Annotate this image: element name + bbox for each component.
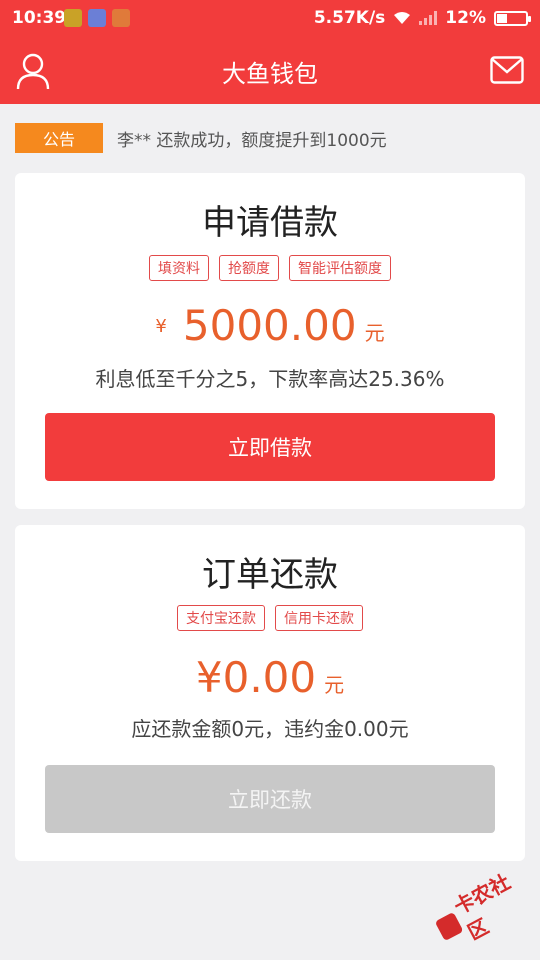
notification-app-icon-1 xyxy=(64,9,82,27)
status-time: 10:39 xyxy=(12,8,67,28)
notice-tag: 公告 xyxy=(15,123,103,153)
repay-now-button[interactable]: 立即还款 xyxy=(45,765,495,833)
notification-app-icon-2 xyxy=(88,9,106,27)
app-header: 大鱼钱包 xyxy=(0,36,540,104)
repay-tags: 支付宝还款 信用卡还款 xyxy=(15,605,525,631)
wifi-icon xyxy=(394,12,411,24)
repay-desc: 应还款金额0元，违约金0.00元 xyxy=(131,717,409,741)
loan-amount-row: ¥5000.00 元 xyxy=(15,301,525,350)
notice-bar[interactable]: 公告 李** 还款成功，额度提升到1000元 xyxy=(15,123,387,153)
network-speed: 5.57K/s xyxy=(313,8,386,28)
repay-amount: ¥0.00 xyxy=(195,653,317,702)
borrow-now-button[interactable]: 立即借款 xyxy=(45,413,495,481)
page-title: 大鱼钱包 xyxy=(222,60,318,88)
status-right: 5.57K/s 12% xyxy=(313,8,531,28)
repay-tag: 信用卡还款 xyxy=(275,605,363,631)
community-watermark: 卡农社区 xyxy=(426,858,540,958)
notice-text: 李** 还款成功，额度提升到1000元 xyxy=(117,130,387,151)
status-bar: 10:39 5.57K/s 12% xyxy=(0,0,540,36)
currency-symbol: ¥ xyxy=(155,316,167,337)
amount-unit: 元 xyxy=(324,673,345,697)
loan-desc: 利息低至千分之5，下款率高达25.36% xyxy=(95,367,445,391)
repay-tag: 支付宝还款 xyxy=(177,605,265,631)
repay-card-title: 订单还款 xyxy=(202,555,338,595)
repay-amount-row: ¥0.00 元 xyxy=(15,653,525,702)
battery-percent: 12% xyxy=(445,8,486,28)
loan-card-title: 申请借款 xyxy=(202,203,338,243)
watermark-text: 卡农社区 xyxy=(449,869,515,945)
battery-icon xyxy=(494,10,531,26)
loan-card: 申请借款 填资料 抢额度 智能评估额度 ¥5000.00 元 利息低至千分之5，下… xyxy=(15,173,525,509)
repay-card: 订单还款 支付宝还款 信用卡还款 ¥0.00 元 应还款金额0元，违约金0.00元… xyxy=(15,525,525,861)
signal-icon xyxy=(419,11,438,25)
notification-app-icon-3 xyxy=(112,9,130,27)
mail-icon[interactable] xyxy=(490,56,524,84)
loan-amount: 5000.00 xyxy=(182,301,357,350)
loan-tag: 抢额度 xyxy=(219,255,279,281)
loan-tag: 智能评估额度 xyxy=(289,255,391,281)
loan-tags: 填资料 抢额度 智能评估额度 xyxy=(15,255,525,281)
amount-unit: 元 xyxy=(364,321,385,345)
loan-tag: 填资料 xyxy=(149,255,209,281)
